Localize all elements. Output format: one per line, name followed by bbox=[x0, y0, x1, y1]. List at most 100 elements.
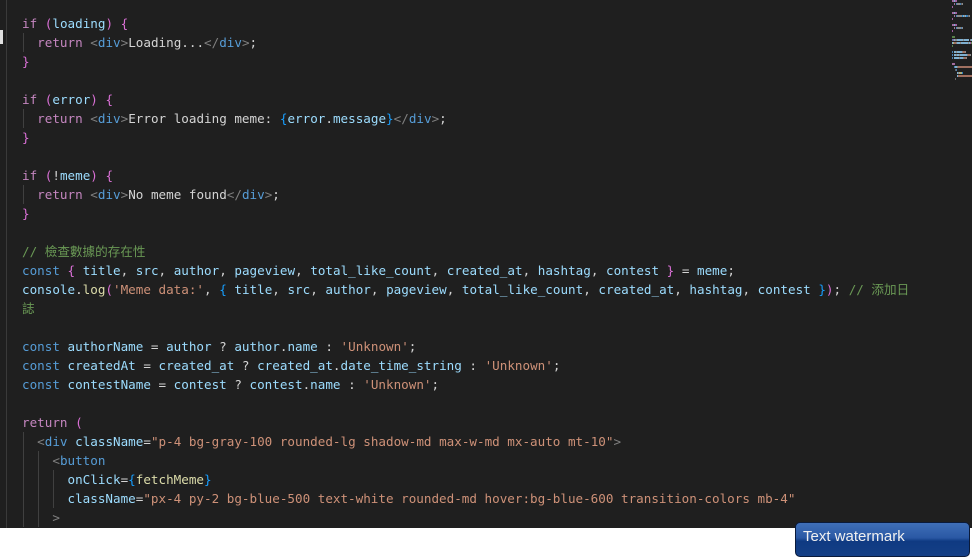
code-line[interactable]: const authorName = author ? author.name … bbox=[22, 337, 909, 356]
code-token: > bbox=[613, 434, 622, 449]
code-token: 'Unknown' bbox=[484, 358, 553, 373]
code-token: author bbox=[325, 282, 371, 297]
code-line[interactable]: } bbox=[22, 52, 909, 71]
code-token: // 檢查數據的存在性 bbox=[22, 244, 146, 259]
minimap-line bbox=[952, 0, 972, 2]
code-token: { bbox=[105, 92, 114, 107]
code-token: ( bbox=[75, 415, 83, 430]
code-token: return bbox=[22, 415, 68, 430]
minimap-line bbox=[952, 3, 972, 5]
code-token: meme bbox=[697, 263, 728, 278]
code-line[interactable]: const contestName = contest ? contest.na… bbox=[22, 375, 909, 394]
code-line[interactable]: > bbox=[22, 508, 909, 527]
code-token: div bbox=[97, 35, 121, 50]
indent-guide bbox=[38, 489, 40, 508]
code-token: console bbox=[22, 282, 76, 297]
code-token: const bbox=[22, 339, 60, 354]
minimap-line bbox=[952, 12, 972, 14]
code-token: . bbox=[325, 111, 333, 126]
code-token: ) bbox=[90, 92, 98, 107]
code-token: log bbox=[82, 282, 106, 297]
text-cursor bbox=[0, 30, 3, 44]
code-token: 'Meme data:' bbox=[113, 282, 205, 297]
code-line[interactable] bbox=[22, 147, 909, 166]
minimap-line bbox=[952, 69, 972, 71]
code-token: button bbox=[59, 453, 106, 468]
code-line[interactable]: if (loading) { bbox=[22, 14, 909, 33]
code-line[interactable]: if (!meme) { bbox=[22, 166, 909, 185]
code-line[interactable]: } bbox=[22, 204, 909, 223]
code-token: created_at bbox=[257, 358, 333, 373]
code-line[interactable]: const { title, src, author, pageview, to… bbox=[22, 261, 909, 280]
code-token: ) bbox=[105, 16, 114, 31]
indent-guide bbox=[23, 185, 24, 204]
code-token: { bbox=[128, 472, 136, 487]
code-token: pageview bbox=[234, 263, 296, 278]
minimap-line bbox=[952, 15, 972, 17]
code-token: } bbox=[22, 54, 30, 69]
code-line[interactable] bbox=[22, 71, 909, 90]
code-line[interactable]: return <div>Error loading meme: {error.m… bbox=[22, 109, 909, 128]
code-line[interactable]: onClick={fetchMeme} bbox=[22, 470, 909, 489]
code-token: return bbox=[37, 35, 83, 50]
code-line[interactable]: if (error) { bbox=[22, 90, 909, 109]
code-token: ? bbox=[211, 339, 235, 354]
minimap-line bbox=[952, 72, 972, 74]
code-token: created_at bbox=[446, 263, 523, 278]
code-token: contestName bbox=[67, 377, 151, 392]
code-line[interactable]: <div className="p-4 bg-gray-100 rounded-… bbox=[22, 432, 909, 451]
code-line[interactable] bbox=[22, 394, 909, 413]
code-area[interactable]: if (loading) { return <div>Loading...</d… bbox=[22, 14, 909, 527]
code-token: ; bbox=[552, 358, 561, 373]
minimap-line bbox=[952, 60, 972, 62]
code-line[interactable]: } bbox=[22, 128, 909, 147]
code-token: div bbox=[97, 111, 121, 126]
code-line[interactable]: return <div>No meme found</div>; bbox=[22, 185, 909, 204]
code-line[interactable]: return <div>Loading...</div>; bbox=[22, 33, 909, 52]
code-editor[interactable]: if (loading) { return <div>Loading...</d… bbox=[0, 0, 972, 528]
code-token: < bbox=[52, 453, 60, 468]
code-token: ) bbox=[825, 282, 834, 297]
code-line[interactable]: const createdAt = created_at ? created_a… bbox=[22, 356, 909, 375]
code-token: contest bbox=[605, 263, 660, 278]
code-line[interactable]: <button bbox=[22, 451, 909, 470]
minimap[interactable] bbox=[952, 0, 972, 80]
code-token: "px-4 py-2 bg-blue-500 text-white rounde… bbox=[143, 491, 796, 506]
code-token: authorName bbox=[67, 339, 144, 354]
code-line[interactable]: 誌 bbox=[22, 299, 909, 318]
indent-guide bbox=[38, 470, 40, 489]
code-token: onClick bbox=[67, 472, 121, 487]
code-line[interactable] bbox=[22, 318, 909, 337]
minimap-line bbox=[952, 63, 972, 65]
code-token: ? bbox=[226, 377, 250, 392]
minimap-line bbox=[952, 42, 972, 44]
code-token: className bbox=[75, 434, 144, 449]
code-line[interactable]: // 檢查數據的存在性 bbox=[22, 242, 909, 261]
code-token: Loading... bbox=[128, 35, 205, 50]
code-token: , bbox=[446, 282, 462, 297]
code-token: div bbox=[408, 111, 432, 126]
code-line[interactable]: console.log('Meme data:', { title, src, … bbox=[22, 280, 909, 299]
code-token: div bbox=[44, 434, 68, 449]
minimap-line bbox=[952, 75, 972, 77]
code-line[interactable] bbox=[22, 223, 909, 242]
code-token: return bbox=[37, 187, 83, 202]
code-token: ; bbox=[439, 111, 447, 126]
code-token: ? bbox=[234, 358, 258, 373]
code-token: { bbox=[67, 263, 76, 278]
indent-guide bbox=[38, 451, 40, 470]
code-line[interactable]: className="px-4 py-2 bg-blue-500 text-wh… bbox=[22, 489, 909, 508]
code-line[interactable]: return ( bbox=[22, 413, 909, 432]
code-token: const bbox=[22, 263, 60, 278]
minimap-line bbox=[952, 21, 972, 23]
code-token: > bbox=[241, 35, 250, 50]
indent-guide bbox=[38, 508, 40, 527]
code-token: } bbox=[22, 206, 30, 221]
code-token: = bbox=[143, 339, 167, 354]
